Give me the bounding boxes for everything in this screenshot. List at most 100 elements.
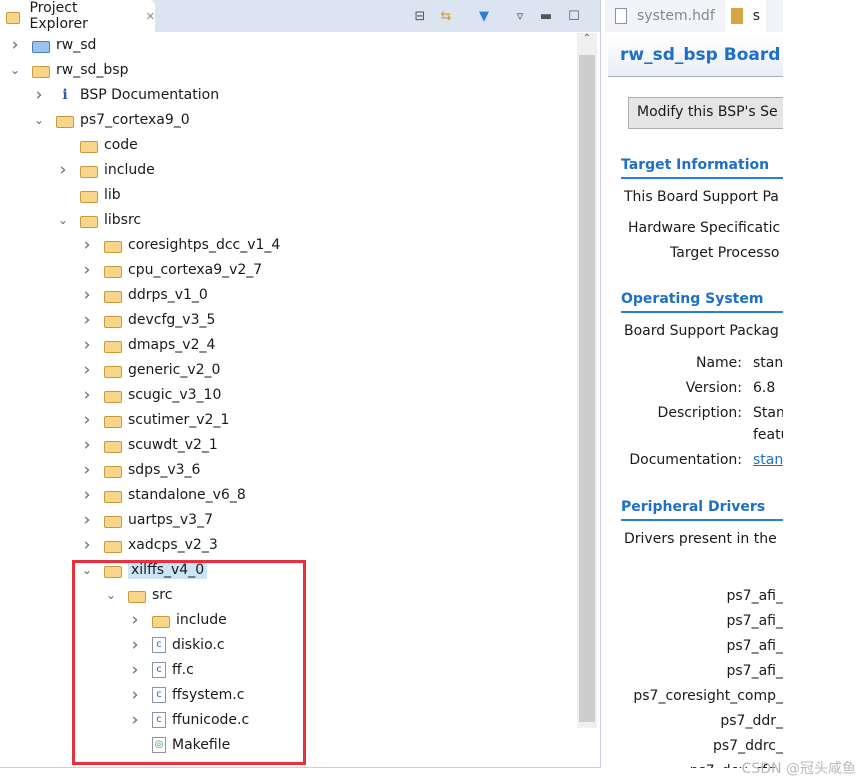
collapse-arrow-icon[interactable]: › (80, 360, 94, 380)
tree-item[interactable]: › standalone_v6_8 (80, 484, 246, 506)
os-version-label: Version: (685, 380, 742, 396)
collapse-arrow-icon[interactable]: › (80, 335, 94, 355)
folder-folder-icon (104, 265, 122, 278)
driver-item: ps7_coresight_comp_ (633, 688, 783, 704)
tree-item[interactable]: ⌄ libsrc (56, 209, 141, 231)
collapse-arrow-icon[interactable]: › (80, 385, 94, 405)
drivers-intro: Drivers present in the (624, 531, 777, 547)
tree-item[interactable]: › scugic_v3_10 (80, 384, 222, 406)
tree-item-label: scuwdt_v2_1 (128, 437, 218, 453)
peripheral-drivers-heading: Peripheral Drivers (621, 499, 783, 521)
tree-item[interactable]: › sdps_v3_6 (80, 459, 201, 481)
driver-item: ps7_afi_ (726, 663, 784, 679)
highlight-annotation-box (72, 560, 306, 765)
tree-item-label: BSP Documentation (80, 87, 220, 103)
scrollbar-thumb[interactable] (579, 55, 595, 722)
collapse-arrow-icon[interactable]: › (80, 435, 94, 455)
vertical-scrollbar[interactable]: ⌃ (577, 33, 597, 728)
tree-item[interactable]: › coresightps_dcc_v1_4 (80, 234, 281, 256)
collapse-arrow-icon[interactable]: › (80, 460, 94, 480)
driver-item: ps7_afi_ (726, 588, 784, 604)
target-info-heading: Target Information (621, 157, 783, 179)
collapse-arrow-icon[interactable]: › (80, 310, 94, 330)
tree-item[interactable]: › include (56, 159, 155, 181)
explorer-tab-bar: Project Explorer ✕ ⊟ ⇆ ▼ ▿ ▬ ☐ (0, 0, 600, 32)
close-tab-icon[interactable]: ✕ (146, 10, 155, 23)
collapse-arrow-icon[interactable]: › (80, 485, 94, 505)
driver-item: ps7_afi_ (726, 638, 784, 654)
link-editor-icon[interactable]: ⇆ (436, 6, 456, 26)
tree-item[interactable]: ⌄ rw_sd_bsp (8, 59, 129, 81)
tree-item[interactable]: lib (56, 184, 121, 206)
watermark: CSDN @冠头咸鱼 (741, 761, 856, 777)
folder-folder-icon (104, 515, 122, 528)
filter-icon[interactable]: ▼ (474, 6, 494, 26)
collapse-arrow-icon[interactable]: › (80, 285, 94, 305)
tab-system-hdf[interactable]: system.hdf (605, 8, 725, 24)
folder-folder-icon (80, 140, 98, 153)
folder-folder-icon (104, 390, 122, 403)
expand-arrow-icon[interactable]: ⌄ (32, 113, 46, 127)
target-processor-label: Target Processo (670, 245, 780, 261)
tab-bsp[interactable]: s (724, 0, 767, 32)
os-description-label: Description: (657, 405, 742, 421)
tree-item[interactable]: › rw_sd (8, 34, 97, 56)
collapse-arrow-icon[interactable]: › (80, 260, 94, 280)
tree-item-label: rw_sd_bsp (56, 62, 129, 78)
folder-folder-icon (104, 240, 122, 253)
collapse-arrow-icon[interactable]: › (56, 160, 70, 180)
tree-item-label: coresightps_dcc_v1_4 (128, 237, 281, 253)
tree-item[interactable]: › generic_v2_0 (80, 359, 221, 381)
tree-item[interactable]: › uartps_v3_7 (80, 509, 213, 531)
tree-item[interactable]: › xadcps_v2_3 (80, 534, 218, 556)
folder-folder-icon (104, 340, 122, 353)
tree-item[interactable]: › devcfg_v3_5 (80, 309, 216, 331)
tree-item-label: libsrc (104, 212, 142, 228)
tab-project-explorer[interactable]: Project Explorer ✕ (0, 0, 155, 32)
tab-label: system.hdf (637, 8, 715, 24)
folder-folder-icon (80, 165, 98, 178)
tree-item[interactable]: › ddrps_v1_0 (80, 284, 208, 306)
collapse-arrow-icon[interactable]: › (80, 410, 94, 430)
collapse-arrow-icon[interactable]: › (80, 235, 94, 255)
tree-item-label: include (104, 162, 155, 178)
collapse-arrow-icon[interactable]: › (8, 35, 22, 55)
tree-item-label: standalone_v6_8 (128, 487, 246, 503)
collapse-all-icon[interactable]: ⊟ (410, 6, 430, 26)
os-version-value: 6.8 (753, 380, 776, 396)
tree-item[interactable]: › scutimer_v2_1 (80, 409, 230, 431)
tree-item-label: rw_sd (56, 37, 97, 53)
expand-arrow-icon[interactable]: ⌄ (8, 63, 22, 77)
os-name-label: Name: (695, 355, 742, 371)
scroll-up-icon[interactable]: ⌃ (577, 33, 597, 44)
bsp-folder-icon (32, 65, 50, 78)
tree-item-label: xadcps_v2_3 (128, 537, 218, 553)
tree-item-label: cpu_cortexa9_v2_7 (128, 262, 263, 278)
tree-item-label: code (104, 137, 138, 153)
collapse-arrow-icon[interactable]: › (80, 535, 94, 555)
target-intro: This Board Support Pa (624, 189, 779, 205)
bsp-icon (730, 8, 743, 24)
collapse-arrow-icon[interactable]: › (32, 85, 46, 105)
modify-bsp-settings-button[interactable]: Modify this BSP's Se (628, 97, 783, 129)
maximize-icon[interactable]: ☐ (564, 6, 584, 26)
tree-item[interactable]: › dmaps_v2_4 (80, 334, 216, 356)
tab-label: s (752, 8, 761, 24)
tree-item-label: scutimer_v2_1 (128, 412, 230, 428)
tree-item[interactable]: ⌄ ps7_cortexa9_0 (32, 109, 190, 131)
collapse-arrow-icon[interactable]: › (80, 510, 94, 530)
tree-item[interactable]: › i BSP Documentation (32, 84, 219, 106)
view-menu-icon[interactable]: ▿ (510, 6, 530, 26)
os-documentation-link[interactable]: stan (753, 452, 783, 468)
tree-item[interactable]: › scuwdt_v2_1 (80, 434, 218, 456)
minimize-icon[interactable]: ▬ (536, 6, 556, 26)
tree-item[interactable]: code (56, 134, 138, 156)
os-intro: Board Support Packag (624, 323, 779, 339)
driver-item: ps7_afi_ (726, 613, 784, 629)
folder-folder-icon (104, 440, 122, 453)
tree-item[interactable]: › cpu_cortexa9_v2_7 (80, 259, 263, 281)
tree-item-label: scugic_v3_10 (128, 387, 222, 403)
tree-item-label: ps7_cortexa9_0 (80, 112, 190, 128)
expand-arrow-icon[interactable]: ⌄ (56, 213, 70, 227)
tab-title: Project Explorer (29, 0, 88, 32)
